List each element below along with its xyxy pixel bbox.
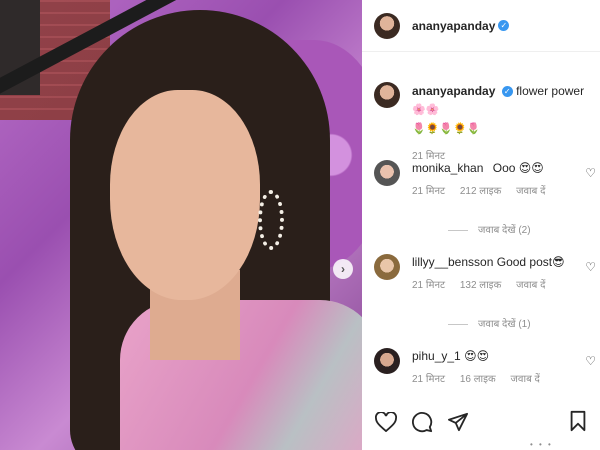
avatar[interactable] — [374, 160, 400, 186]
avatar[interactable] — [374, 12, 400, 39]
send-icon — [447, 412, 468, 432]
view-replies-button[interactable]: जवाब देखें (1) — [448, 316, 531, 330]
comment-body: monika_khan Ooo 😍😍 21 मिनट 212 लाइक जवाब… — [412, 160, 596, 200]
pearl-earring — [258, 190, 284, 250]
comment-text: Good post😎 — [496, 255, 565, 269]
comment-time: 21 मिनट — [412, 186, 446, 197]
like-button[interactable] — [374, 410, 398, 434]
caption-emojis: 🌸🌸 — [412, 104, 440, 116]
caption-body: ananyapanday ✓ flower power 🌸🌸 🌷🌻🌷🌻🌷 21 … — [412, 82, 592, 166]
comment-time: 21 मिनट — [412, 280, 446, 291]
verified-badge-icon: ✓ — [498, 20, 510, 31]
post-photo[interactable] — [0, 0, 362, 450]
comment-likes[interactable]: 132 लाइक — [460, 280, 501, 291]
reply-button[interactable]: जवाब दें — [516, 280, 545, 291]
caption-text: flower power — [516, 84, 585, 98]
comment-username[interactable]: pihu_y_1 — [412, 349, 461, 363]
post-actions — [374, 410, 470, 434]
save-button[interactable] — [568, 410, 592, 434]
heart-icon — [375, 412, 397, 432]
share-button[interactable] — [446, 410, 470, 434]
avatar[interactable] — [374, 82, 400, 108]
heart-icon[interactable]: ♡ — [585, 260, 596, 274]
comment-likes[interactable]: 16 लाइक — [460, 374, 496, 385]
comment-meta: 21 मिनट 212 लाइक जवाब दें — [412, 184, 596, 200]
reply-button[interactable]: जवाब दें — [516, 186, 545, 197]
comment-body: lillyy__bensson Good post😎 21 मिनट 132 ल… — [412, 254, 596, 294]
comment-meta: 21 मिनट 132 लाइक जवाब दें — [412, 278, 596, 294]
carousel-next-button[interactable]: › — [333, 259, 353, 279]
post-header: ananyapanday ✓ — [362, 0, 600, 52]
comment-username[interactable]: monika_khan — [412, 161, 483, 175]
comment-meta: 21 मिनट 16 लाइक जवाब दें — [412, 372, 596, 388]
bookmark-icon — [570, 410, 586, 432]
comment: monika_khan Ooo 😍😍 21 मिनट 212 लाइक जवाब… — [374, 160, 596, 200]
heart-icon[interactable]: ♡ — [585, 354, 596, 368]
comment-body: pihu_y_1 😍😍 21 मिनट 16 लाइक जवाब दें — [412, 348, 596, 388]
header-username[interactable]: ananyapanday — [412, 19, 495, 33]
reply-button[interactable]: जवाब दें — [511, 374, 540, 385]
comment-text: Ooo 😍😍 — [492, 161, 544, 175]
verified-badge-icon: ✓ — [501, 86, 513, 97]
comment-button[interactable] — [410, 410, 434, 434]
caption-username[interactable]: ananyapanday — [412, 84, 495, 98]
post-side-panel: ananyapanday ✓ ananyapanday ✓ flower pow… — [362, 0, 600, 450]
avatar[interactable] — [374, 348, 400, 374]
comment-time: 21 मिनट — [412, 374, 446, 385]
avatar[interactable] — [374, 254, 400, 280]
comment: pihu_y_1 😍😍 21 मिनट 16 लाइक जवाब दें ♡ — [374, 348, 596, 388]
comment-icon — [412, 412, 433, 433]
chevron-right-icon: › — [341, 262, 345, 276]
caption: ananyapanday ✓ flower power 🌸🌸 🌷🌻🌷🌻🌷 21 … — [374, 82, 592, 166]
heart-icon[interactable]: ♡ — [585, 166, 596, 180]
view-replies-button[interactable]: जवाब देखें (2) — [448, 222, 531, 236]
comment-likes[interactable]: 212 लाइक — [460, 186, 501, 197]
comment-text: 😍😍 — [464, 349, 490, 363]
carousel-dots-icon: • • • — [530, 440, 553, 449]
comment: lillyy__bensson Good post😎 21 मिनट 132 ल… — [374, 254, 596, 294]
face — [110, 90, 260, 300]
comment-username[interactable]: lillyy__bensson — [412, 255, 493, 269]
caption-emojis: 🌷🌻🌷🌻🌷 — [412, 123, 481, 135]
